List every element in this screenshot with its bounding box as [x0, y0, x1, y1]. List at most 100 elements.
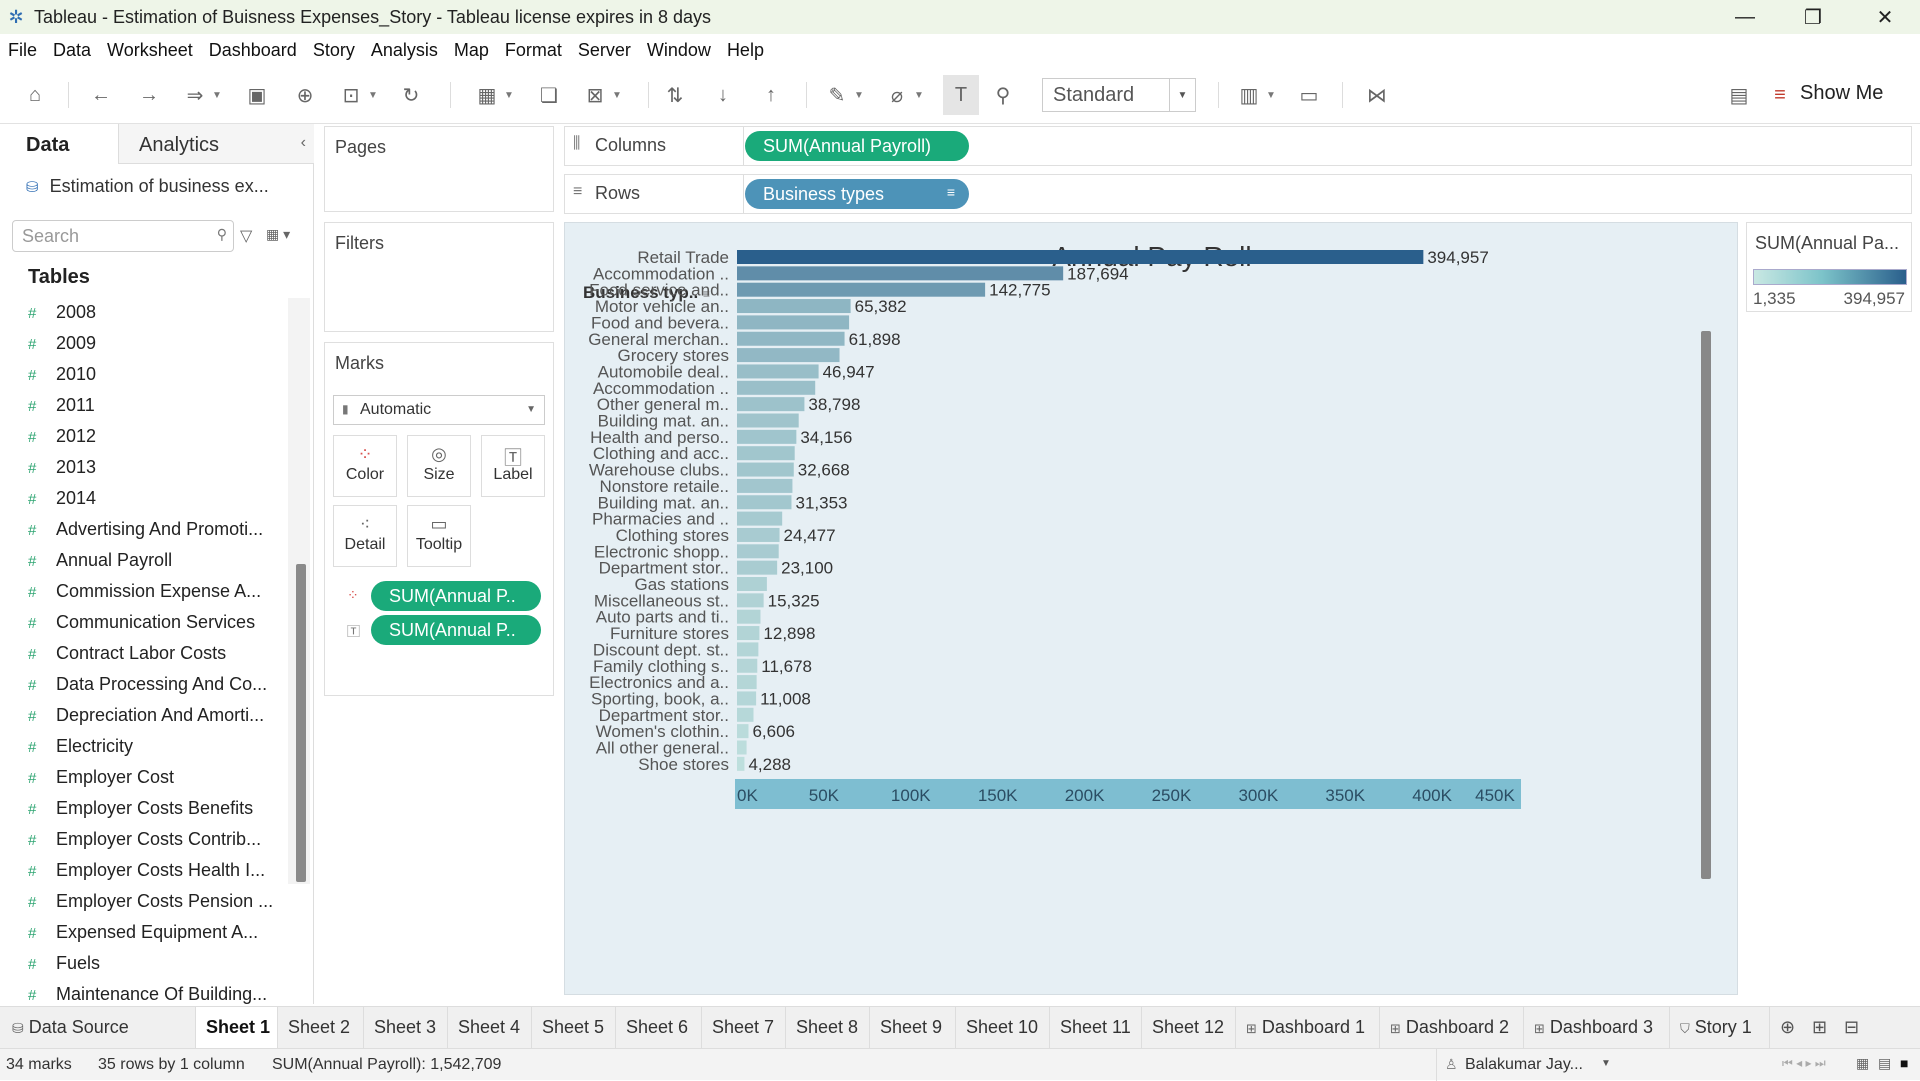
- tab-data-source[interactable]: ⛁ Data Source: [0, 1007, 196, 1049]
- home-icon[interactable]: ⌂: [20, 80, 50, 110]
- search-input[interactable]: Search ⚲: [12, 220, 234, 252]
- sort-ascending-icon[interactable]: ↓: [708, 80, 738, 110]
- tab-sheet-2[interactable]: Sheet 2: [278, 1007, 364, 1049]
- presentation-mode-icon[interactable]: ▭: [1294, 80, 1324, 110]
- field-item[interactable]: # Communication Services: [28, 612, 255, 633]
- chart-scrollbar-thumb[interactable]: [1701, 331, 1711, 879]
- tab-sheet-10[interactable]: Sheet 10: [956, 1007, 1050, 1049]
- new-worksheet-tab-icon[interactable]: ⊕: [1780, 1017, 1795, 1038]
- undo-icon[interactable]: ←: [86, 80, 116, 110]
- menu-analysis[interactable]: Analysis: [363, 40, 446, 61]
- mark-type-select[interactable]: ▮ Automatic ▼: [333, 395, 545, 425]
- chevron-down-icon[interactable]: ▼: [1169, 79, 1195, 111]
- tab-dashboard-2[interactable]: ⊞ Dashboard 2: [1380, 1007, 1524, 1049]
- highlight-caret-icon[interactable]: ▼: [852, 80, 866, 110]
- redo-icon[interactable]: →: [134, 80, 164, 110]
- show-me-button[interactable]: Show Me: [1800, 82, 1883, 105]
- highlight-icon[interactable]: ✎: [822, 80, 852, 110]
- tab-sheet-12[interactable]: Sheet 12: [1142, 1007, 1236, 1049]
- detail-button[interactable]: ⁖ Detail: [333, 505, 397, 567]
- marks-color-pill[interactable]: SUM(Annual P..: [371, 581, 541, 611]
- rows-pill[interactable]: Business types ≡: [745, 179, 969, 209]
- close-button[interactable]: ✕: [1850, 0, 1920, 34]
- field-item[interactable]: # Commission Expense A...: [28, 581, 261, 602]
- columns-shelf[interactable]: ⫼ Columns SUM(Annual Payroll): [564, 126, 1912, 166]
- swap-rows-columns-icon[interactable]: ⇅: [660, 80, 690, 110]
- sort-descending-icon[interactable]: ↑: [756, 80, 786, 110]
- refresh-icon[interactable]: ↻: [396, 80, 426, 110]
- menu-worksheet[interactable]: Worksheet: [99, 40, 201, 61]
- tooltip-button[interactable]: ▭ Tooltip: [407, 505, 471, 567]
- new-worksheet-icon[interactable]: ▦: [472, 80, 502, 110]
- new-datasource-icon[interactable]: ⊕: [290, 80, 320, 110]
- new-worksheet-caret-icon[interactable]: ▼: [502, 80, 516, 110]
- field-item[interactable]: # Employer Costs Health I...: [28, 860, 265, 881]
- field-item[interactable]: #2010: [28, 364, 96, 385]
- clear-sheet-icon[interactable]: ⊠: [580, 80, 610, 110]
- field-item[interactable]: # Maintenance Of Building...: [28, 984, 267, 1004]
- marks-label-pill[interactable]: SUM(Annual P..: [371, 615, 541, 645]
- fix-axes-icon[interactable]: ⚲: [988, 80, 1018, 110]
- share-icon[interactable]: ⋈: [1362, 80, 1392, 110]
- restore-button[interactable]: ❐: [1778, 0, 1848, 34]
- menu-server[interactable]: Server: [570, 40, 639, 61]
- color-button[interactable]: ⁘ Color: [333, 435, 397, 497]
- new-dashboard-tab-icon[interactable]: ⊞: [1812, 1017, 1827, 1038]
- menu-window[interactable]: Window: [639, 40, 719, 61]
- tab-dashboard-1[interactable]: ⊞ Dashboard 1: [1236, 1007, 1380, 1049]
- duplicate-sheet-icon[interactable]: ❏: [534, 80, 564, 110]
- field-item[interactable]: #2013: [28, 457, 96, 478]
- format-painter-icon[interactable]: ▤: [1724, 80, 1754, 110]
- clear-caret-icon[interactable]: ▼: [610, 80, 624, 110]
- field-item[interactable]: #2008: [28, 302, 96, 323]
- datasource-item[interactable]: ⛁ Estimation of business ex...: [26, 176, 269, 197]
- show-cards-icon[interactable]: ▥: [1234, 80, 1264, 110]
- filmstrip-icon[interactable]: ▤: [1878, 1055, 1891, 1072]
- field-item[interactable]: # Annual Payroll: [28, 550, 172, 571]
- view-options-icon[interactable]: ▦ ▾: [266, 226, 290, 243]
- replay-caret-icon[interactable]: ▼: [210, 80, 224, 110]
- show-me-icon[interactable]: ≡: [1770, 80, 1790, 110]
- rows-shelf[interactable]: ≡ Rows Business types ≡: [564, 174, 1912, 214]
- first-sheet-icon[interactable]: ⏮ ◂ ▸ ⏭: [1782, 1056, 1826, 1071]
- save-icon[interactable]: ▣: [242, 80, 272, 110]
- tab-analytics[interactable]: Analytics ‹: [118, 124, 314, 164]
- group-members-icon[interactable]: ⌀: [882, 80, 912, 110]
- field-item[interactable]: # Fuels: [28, 953, 100, 974]
- chevron-down-icon[interactable]: ▼: [1601, 1058, 1611, 1069]
- show-tabs-icon[interactable]: ▦: [1856, 1055, 1869, 1072]
- show-mark-labels-icon[interactable]: T: [943, 75, 979, 115]
- view-mode-select[interactable]: Standard ▼: [1042, 78, 1196, 112]
- tab-sheet-11[interactable]: Sheet 11: [1050, 1007, 1142, 1049]
- collapse-pane-icon[interactable]: ‹: [301, 134, 306, 152]
- tab-sheet-8[interactable]: Sheet 8: [786, 1007, 870, 1049]
- chevron-down-icon[interactable]: ▼: [526, 404, 536, 415]
- field-item[interactable]: #2011: [28, 395, 95, 416]
- field-item[interactable]: # Electricity: [28, 736, 133, 757]
- label-button[interactable]: 🅃 Label: [481, 435, 545, 497]
- sheet-sorter-icon[interactable]: ■: [1900, 1055, 1908, 1071]
- field-item[interactable]: # Employer Costs Contrib...: [28, 829, 261, 850]
- field-item[interactable]: # Data Processing And Co...: [28, 674, 267, 695]
- field-item[interactable]: # Expensed Equipment A...: [28, 922, 258, 943]
- menu-story[interactable]: Story: [305, 40, 363, 61]
- field-item[interactable]: # Depreciation And Amorti...: [28, 705, 264, 726]
- filter-icon[interactable]: ▽: [240, 226, 252, 246]
- tab-sheet-3[interactable]: Sheet 3: [364, 1007, 448, 1049]
- tab-data[interactable]: Data: [0, 124, 118, 164]
- menu-help[interactable]: Help: [719, 40, 772, 61]
- pause-updates-icon[interactable]: ⊡: [336, 80, 366, 110]
- filters-shelf[interactable]: Filters: [324, 222, 554, 332]
- tab-sheet-7[interactable]: Sheet 7: [702, 1007, 786, 1049]
- pages-shelf[interactable]: Pages: [324, 126, 554, 212]
- tab-dashboard-3[interactable]: ⊞ Dashboard 3: [1524, 1007, 1670, 1049]
- field-item[interactable]: #2009: [28, 333, 96, 354]
- new-story-tab-icon[interactable]: ⊟: [1844, 1017, 1859, 1038]
- tab-sheet-9[interactable]: Sheet 9: [870, 1007, 956, 1049]
- tab-sheet-5[interactable]: Sheet 5: [532, 1007, 616, 1049]
- field-item[interactable]: # Contract Labor Costs: [28, 643, 226, 664]
- scrollbar-thumb[interactable]: [296, 564, 306, 882]
- tab-sheet-6[interactable]: Sheet 6: [616, 1007, 702, 1049]
- user-menu[interactable]: ♙ Balakumar Jay... ▼: [1436, 1049, 1616, 1081]
- size-button[interactable]: ◎ Size: [407, 435, 471, 497]
